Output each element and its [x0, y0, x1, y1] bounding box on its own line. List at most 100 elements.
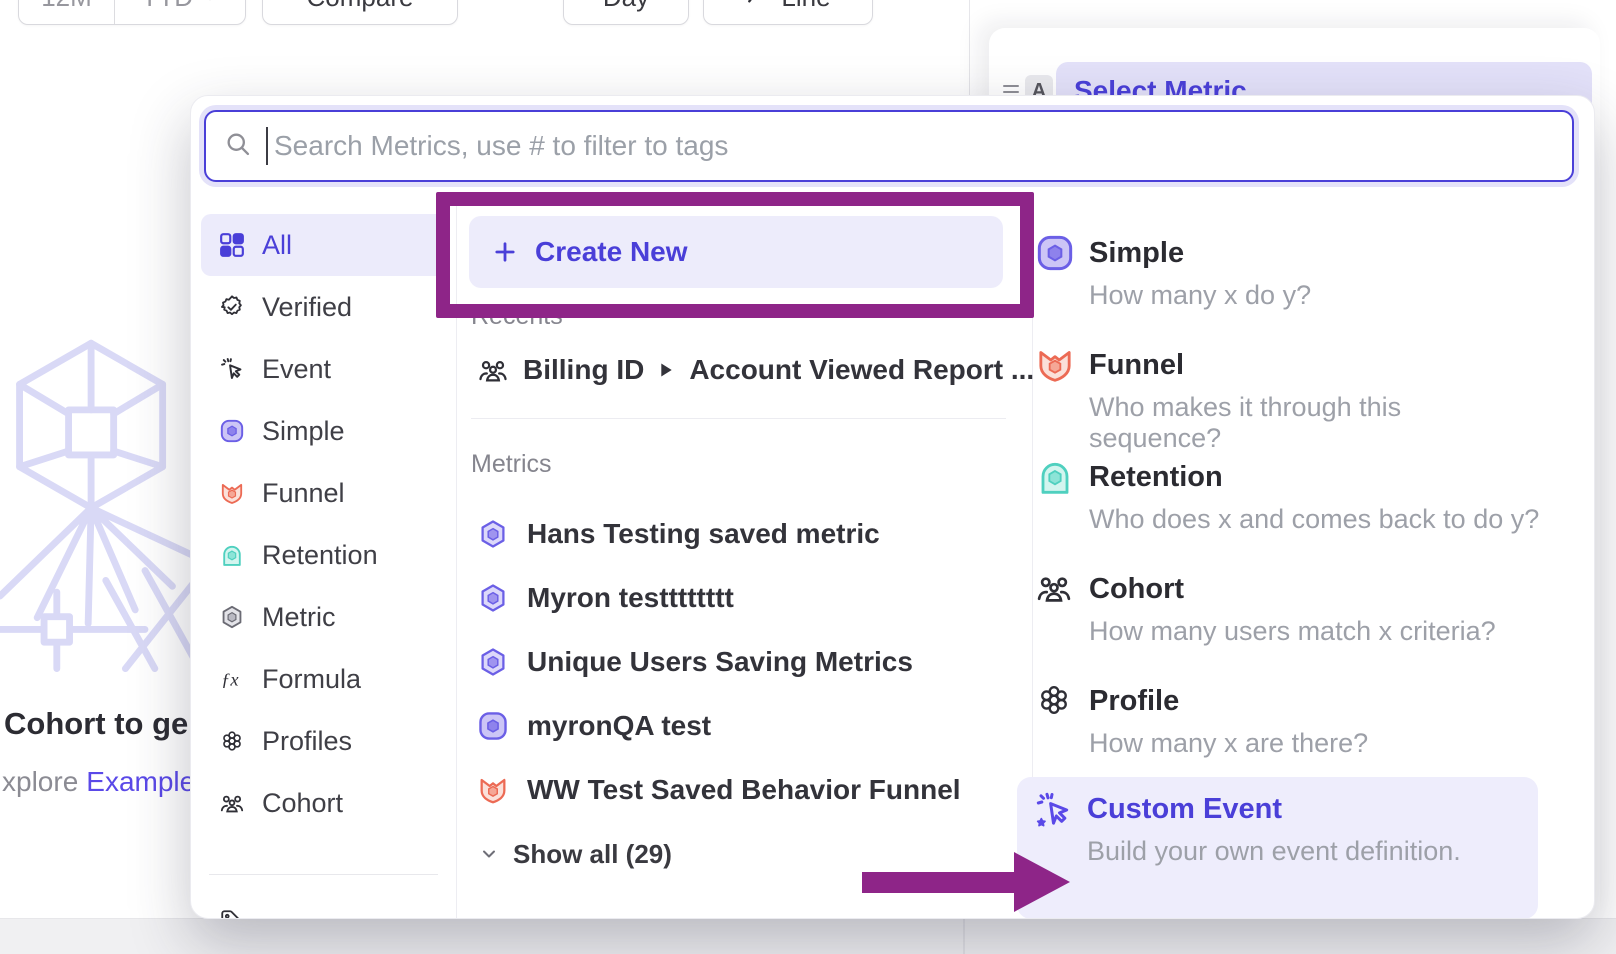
type-profile[interactable]: Profile How many x are there? — [1035, 681, 1540, 759]
metric-item-label: myronQA test — [527, 710, 711, 742]
search-box[interactable] — [204, 110, 1574, 182]
cohort-people-icon — [219, 790, 245, 816]
app-canvas: 12M YTD Compare Day Line Cohort to ge xp… — [0, 0, 1616, 954]
bottom-band-divider — [963, 919, 965, 954]
chart-type-line-button[interactable]: Line — [703, 0, 873, 25]
type-description: How many x do y? — [1089, 280, 1311, 311]
results-column: Create New Recents Billing ID Account Vi… — [457, 202, 1033, 918]
simple-metric-icon — [1035, 233, 1075, 273]
type-description: How many x are there? — [1089, 728, 1368, 759]
formula-icon: ƒx — [219, 666, 245, 692]
type-title: Profile — [1089, 681, 1368, 721]
chevron-down-icon — [201, 0, 219, 6]
day-label: Day — [603, 0, 649, 13]
empty-state-subtext: xplore Example — [2, 766, 195, 798]
show-all-toggle[interactable]: Show all (29) — [473, 834, 678, 874]
verified-badge-icon — [219, 294, 245, 320]
category-clipped[interactable] — [201, 890, 446, 919]
line-chart-icon — [745, 0, 771, 10]
search-icon — [224, 130, 252, 163]
category-profiles[interactable]: Profiles — [201, 710, 446, 772]
metric-hexagon-icon — [477, 646, 509, 678]
profiles-flower-icon — [1035, 681, 1075, 719]
profiles-flower-icon — [219, 728, 245, 754]
category-label: Verified — [262, 292, 352, 323]
category-cohort[interactable]: Cohort — [201, 772, 446, 834]
type-simple[interactable]: Simple How many x do y? — [1035, 233, 1540, 311]
range-ytd-label: YTD — [141, 0, 193, 13]
type-funnel[interactable]: Funnel Who makes it through this sequenc… — [1035, 345, 1540, 454]
metric-item-label: Hans Testing saved metric — [527, 518, 880, 550]
category-metric[interactable]: Metric — [201, 586, 446, 648]
type-title: Custom Event — [1087, 789, 1461, 829]
category-simple[interactable]: Simple — [201, 400, 446, 462]
chevron-down-icon — [479, 844, 499, 864]
simple-metric-icon — [219, 418, 245, 444]
metric-types-column: Simple How many x do y? Funnel Who makes… — [1033, 202, 1594, 918]
category-label: Event — [262, 354, 331, 385]
metric-item-label: Myron testttttttt — [527, 582, 734, 614]
type-title: Funnel — [1089, 345, 1540, 385]
recent-item-primary: Billing ID — [523, 354, 644, 386]
search-input[interactable] — [272, 129, 1572, 163]
date-range-control: 12M YTD — [18, 0, 246, 25]
category-sidebar: All Verified Event — [191, 202, 457, 918]
category-verified[interactable]: Verified — [201, 276, 446, 338]
simple-metric-icon — [477, 710, 509, 742]
metric-list-item[interactable]: Unique Users Saving Metrics — [471, 630, 919, 694]
compare-button[interactable]: Compare — [262, 0, 458, 25]
retention-metric-icon — [219, 542, 245, 568]
example-link[interactable]: Example — [86, 766, 195, 797]
text-caret — [266, 127, 268, 165]
category-label: Funnel — [262, 478, 345, 509]
category-label: All — [262, 230, 292, 261]
tag-icon — [219, 908, 245, 919]
category-retention[interactable]: Retention — [201, 524, 446, 586]
metric-list-item[interactable]: myronQA test — [471, 694, 717, 758]
cohort-people-icon — [477, 354, 509, 386]
picker-body: All Verified Event — [191, 202, 1594, 918]
line-label: Line — [781, 0, 830, 13]
category-formula[interactable]: ƒx Formula — [201, 648, 446, 710]
sidebar-divider — [209, 874, 438, 875]
metric-list-item[interactable]: Hans Testing saved metric — [471, 502, 886, 566]
metric-list-item[interactable]: WW Test Saved Behavior Funnel — [471, 758, 967, 822]
metric-hexagon-icon — [219, 604, 245, 630]
category-all[interactable]: All — [201, 214, 446, 276]
metric-list-item[interactable]: Myron testttttttt — [471, 566, 740, 630]
granularity-day-button[interactable]: Day — [563, 0, 689, 25]
recent-metric-item[interactable]: Billing ID Account Viewed Report ... — [471, 342, 1040, 398]
funnel-metric-icon — [1035, 345, 1075, 385]
type-custom-event[interactable]: Custom Event Build your own event defini… — [1017, 777, 1538, 919]
type-title: Simple — [1089, 233, 1311, 273]
category-label: Retention — [262, 540, 378, 571]
category-label: Formula — [262, 664, 361, 695]
category-event[interactable]: Event — [201, 338, 446, 400]
category-label: Profiles — [262, 726, 352, 757]
retention-metric-icon — [1035, 457, 1075, 497]
metric-item-label: WW Test Saved Behavior Funnel — [527, 774, 961, 806]
range-ytd-button[interactable]: YTD — [115, 0, 245, 24]
cohort-people-icon — [1035, 569, 1075, 607]
empty-state-illustration — [0, 332, 194, 672]
range-12m-label: 12M — [41, 0, 92, 13]
empty-state-headline: Cohort to ge — [4, 706, 188, 742]
recent-item-secondary: Account Viewed Report ... — [689, 354, 1034, 386]
category-funnel[interactable]: Funnel — [201, 462, 446, 524]
metric-hexagon-icon — [477, 518, 509, 550]
create-new-button[interactable]: Create New — [469, 216, 1003, 288]
metric-hexagon-icon — [477, 582, 509, 614]
category-label: Cohort — [262, 788, 343, 819]
type-cohort[interactable]: Cohort How many users match x criteria? — [1035, 569, 1540, 647]
category-label: Simple — [262, 416, 345, 447]
type-retention[interactable]: Retention Who does x and comes back to d… — [1035, 457, 1540, 535]
grid-icon — [219, 232, 245, 258]
recents-divider — [471, 418, 1006, 419]
type-description: Who does x and comes back to do y? — [1089, 504, 1539, 535]
type-description: Build your own event definition. — [1087, 836, 1461, 867]
compare-label: Compare — [307, 0, 414, 13]
funnel-metric-icon — [219, 480, 245, 506]
recents-heading: Recents — [471, 302, 563, 331]
range-12m-button[interactable]: 12M — [19, 0, 115, 24]
explore-text: xplore — [2, 766, 78, 797]
